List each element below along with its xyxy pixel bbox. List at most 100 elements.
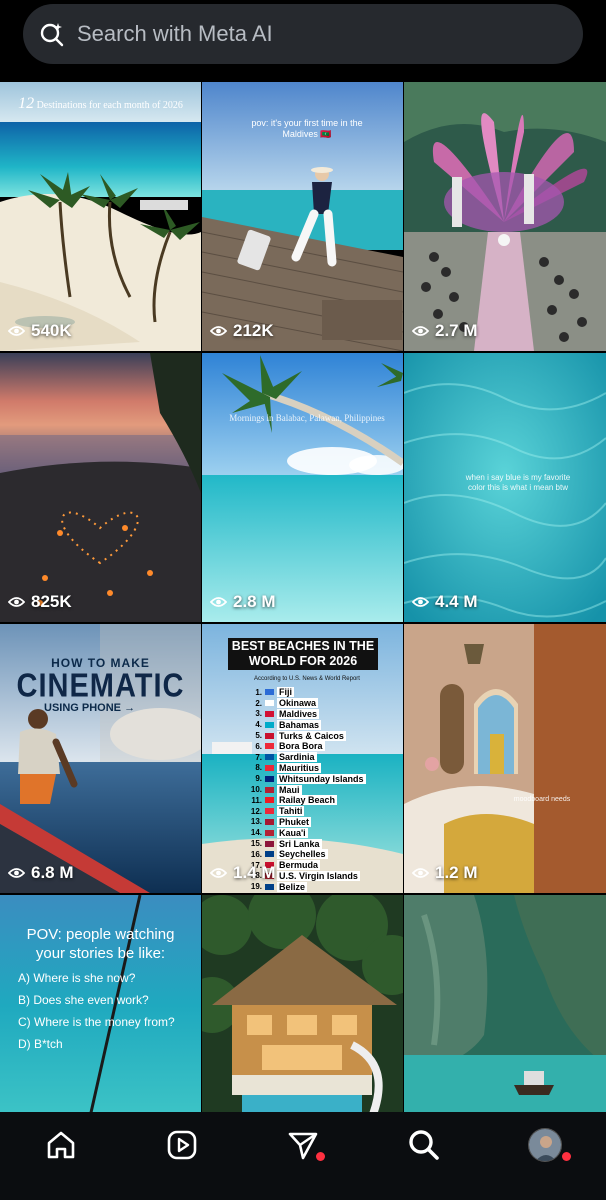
pov-option: A) Where is she now? — [18, 971, 136, 985]
view-count-label: 825K — [31, 592, 72, 611]
post-tile-maldives[interactable]: pov: it's your first time in the Maldive… — [202, 82, 403, 351]
post-tile-jungle-villa[interactable] — [202, 895, 403, 1112]
tile-caption: when i say blue is my favorite color thi… — [465, 473, 571, 492]
flag-icon — [265, 732, 274, 739]
post-tile-wedding[interactable]: 2.7 M — [404, 82, 606, 351]
post-tile-lagoon-boat[interactable] — [404, 895, 606, 1112]
pov-option: D) B*tch — [18, 1037, 63, 1051]
beach-list-item: 7. Sardinia — [248, 752, 366, 763]
beach-list-item: 10. Maui — [248, 784, 366, 795]
post-tile-sunset-heart[interactable]: 825K — [0, 353, 201, 622]
beach-name: U.S. Virgin Islands — [277, 870, 360, 881]
pov-title: POV: people watching your stories be lik… — [26, 926, 175, 962]
view-count: 212K — [210, 321, 274, 341]
eye-icon — [412, 868, 429, 878]
post-tile-pov-stories[interactable]: POV: people watching your stories be lik… — [0, 895, 201, 1112]
rank-number: 11. — [251, 795, 262, 805]
view-count: 1.2 M — [412, 863, 478, 883]
beach-list-item: 9. Whitsunday Islands — [248, 773, 366, 784]
tile-caption: pov: it's your first time in the Maldive… — [251, 118, 363, 139]
beach-name: Bora Bora — [277, 741, 325, 752]
post-tile-bedroom[interactable]: moodboard needs 1.2 M — [404, 624, 606, 893]
eye-icon — [210, 597, 227, 607]
beach-list-item: 11. Railay Beach — [248, 795, 366, 806]
tile-image-beach-palms — [0, 82, 201, 351]
flag-icon — [265, 786, 274, 793]
nav-profile[interactable] — [484, 1128, 605, 1162]
beach-list-item: 15. Sri Lanka — [248, 838, 366, 849]
avatar-image — [528, 1129, 561, 1161]
flag-icon — [265, 797, 274, 804]
notification-badge — [316, 1152, 325, 1161]
top-bar — [0, 0, 606, 82]
beach-name: Okinawa — [277, 698, 319, 709]
beach-list-item: 1. Fiji — [248, 687, 366, 698]
explore-search-icon — [408, 1130, 439, 1160]
post-tile-balabac[interactable]: Mornings in Balabac, Palawan, Philippine… — [202, 353, 403, 622]
beach-name: Phuket — [277, 816, 312, 827]
nav-home[interactable] — [0, 1128, 121, 1162]
explore-grid: 12 Destinations for each month of 2026 5… — [0, 82, 606, 1112]
view-count-label: 6.8 M — [31, 863, 74, 882]
flag-icon — [265, 710, 274, 717]
direct-messages-icon — [288, 1132, 317, 1160]
flag-icon — [265, 689, 274, 696]
tile-title: BEST BEACHES IN THE WORLD FOR 2026 — [228, 638, 378, 670]
beach-name: Seychelles — [277, 849, 328, 860]
view-count: 540K — [8, 321, 72, 341]
rank-number: 8. — [255, 763, 262, 773]
search-bar[interactable] — [23, 4, 583, 64]
tile-image-bedroom-window — [404, 624, 606, 893]
beach-name: Maldives — [277, 708, 320, 719]
rank-number: 3. — [255, 709, 262, 719]
profile-avatar — [527, 1128, 562, 1162]
search-input[interactable] — [77, 21, 517, 47]
tile-image-limestone-lagoon — [404, 895, 606, 1112]
flag-icon — [265, 840, 274, 847]
post-tile-best-beaches[interactable]: BEST BEACHES IN THE WORLD FOR 2026 Accor… — [202, 624, 403, 893]
view-count-label: 2.7 M — [435, 321, 478, 340]
view-count-label: 540K — [31, 321, 72, 340]
beach-list-item: 4. Bahamas — [248, 719, 366, 730]
rank-number: 1. — [255, 687, 262, 697]
beach-name: Bermuda — [277, 860, 321, 871]
rank-number: 16. — [250, 849, 262, 859]
tile-caption: 12 Destinations for each month of 2026 — [0, 96, 201, 112]
rank-number: 14. — [250, 828, 262, 838]
beach-name: Turks & Caicos — [277, 730, 346, 741]
rank-number: 2. — [255, 698, 262, 708]
flag-icon — [265, 808, 274, 815]
beach-name: Kaua'i — [277, 827, 308, 838]
flag-icon — [265, 829, 274, 836]
nav-explore[interactable] — [363, 1128, 484, 1162]
beach-list-item: 14. Kaua'i — [248, 827, 366, 838]
rank-number: 12. — [250, 806, 262, 816]
flag-icon — [265, 818, 274, 825]
tile-subtitle: According to U.S. News & World Report — [254, 676, 360, 682]
post-tile-cinematic[interactable]: HOW TO MAKE CINEMATIC USING PHONE → 6.8 … — [0, 624, 201, 893]
eye-icon — [412, 597, 429, 607]
beach-name: Maui — [277, 784, 302, 795]
view-count: 825K — [8, 592, 72, 612]
nav-reels[interactable] — [121, 1128, 242, 1162]
flag-icon — [265, 775, 274, 782]
beach-list-item: 16. Seychelles — [248, 849, 366, 860]
post-tile-destinations[interactable]: 12 Destinations for each month of 2026 5… — [0, 82, 201, 351]
flag-icon — [265, 700, 274, 707]
eye-icon — [8, 868, 25, 878]
view-count-label: 1.4 M — [233, 863, 276, 882]
eye-icon — [412, 326, 429, 336]
tile-caption-line2: CINEMATIC — [16, 667, 185, 705]
eye-icon — [210, 868, 227, 878]
tile-image-floral-wedding-arch — [404, 82, 606, 351]
view-count: 2.8 M — [210, 592, 276, 612]
nav-direct-messages[interactable] — [242, 1128, 363, 1162]
post-tile-blue-water[interactable]: when i say blue is my favorite color thi… — [404, 353, 606, 622]
rank-number: 4. — [255, 720, 262, 730]
beach-name: Belize — [277, 881, 308, 892]
notification-badge — [562, 1152, 571, 1161]
rank-number: 5. — [255, 731, 262, 741]
beach-ranking-list: 1. Fiji 2. Okinawa 3. Maldives 4. Bahamas 5. Turk… — [248, 687, 366, 892]
flag-icon — [265, 721, 274, 728]
caption-text: Destinations for each month of 2026 — [36, 100, 183, 111]
